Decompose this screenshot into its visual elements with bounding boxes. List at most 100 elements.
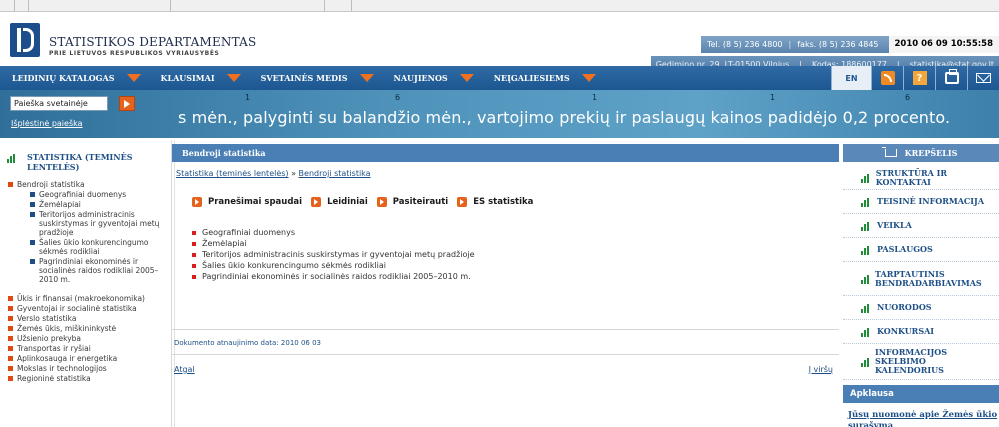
tree-item[interactable]: Aplinkosauga ir energetika — [8, 354, 168, 363]
section-links: Pranešimai spaudai Leidiniai Pasiteiraut… — [192, 197, 533, 207]
lang-en-button[interactable]: EN — [831, 66, 871, 90]
arrow-right-icon — [311, 197, 322, 207]
topic-list: Geografiniai duomenys Žemėlapiai Teritor… — [192, 227, 475, 282]
bar-chart-icon — [861, 275, 869, 284]
tree-subitem[interactable]: Pagrindiniai ekonominės ir socialinės ra… — [30, 257, 168, 284]
menu-item-calendar[interactable]: INFORMACIJOS SKELBIMO KALENDORIUS — [843, 344, 999, 380]
breadcrumb-link[interactable]: Statistika (teminės lentelės) — [176, 169, 289, 178]
topic-tree: Bendroji statistika Geografiniai duomeny… — [8, 180, 168, 384]
help-icon: ? — [912, 71, 927, 85]
divider — [172, 329, 839, 330]
menu-item-legal[interactable]: TEISINĖ INFORMACIJA — [843, 190, 999, 214]
poll-link[interactable]: Jūsų nuomonė apie Žemės ūkio surašymą — [848, 410, 999, 427]
bar-chart-icon — [861, 174, 870, 183]
tree-item[interactable]: Mokslas ir technologijos — [8, 364, 168, 373]
search-button[interactable] — [119, 96, 135, 111]
nav-tools: EN ? — [831, 66, 999, 90]
menu-item-activity[interactable]: VEIKLA — [843, 214, 999, 238]
separator: | — [788, 40, 792, 49]
bullet-icon — [8, 316, 13, 321]
datetime: 2010 06 09 10:55:58 — [888, 36, 999, 53]
sidebar-title[interactable]: STATISTIKA (TEMINĖS LENTELĖS) — [7, 152, 145, 172]
search-input[interactable]: Paieška svetainėje — [10, 96, 108, 111]
menu-item-cooperation[interactable]: TARPTAUTINIS BENDRADARBIAVIMAS — [843, 262, 999, 296]
list-item[interactable]: Pagrindiniai ekonominės ir socialinės ra… — [192, 271, 475, 282]
bullet-icon — [8, 346, 13, 351]
news-ticker: s mėn., palyginti su balandžio mėn., var… — [178, 108, 951, 127]
bullet-icon — [8, 376, 13, 381]
menu-item-links[interactable]: NUORODOS — [843, 296, 999, 320]
bullet-icon — [30, 212, 35, 217]
section-heading: Bendroji statistika — [172, 144, 839, 162]
bar-chart-icon — [861, 246, 871, 255]
poll-heading: Apklausa — [843, 385, 999, 403]
menu-item-structure[interactable]: STRUKTŪRA IR KONTAKTAI — [843, 166, 999, 190]
right-menu: STRUKTŪRA IR KONTAKTAI TEISINĖ INFORMACI… — [843, 166, 999, 380]
chevron-down-icon — [581, 74, 596, 82]
banner-digit: 1 — [770, 93, 776, 102]
menu-item-contests[interactable]: KONKURSAI — [843, 320, 999, 344]
page-ruler — [172, 140, 175, 427]
menu-item-services[interactable]: PASLAUGOS — [843, 238, 999, 262]
help-button[interactable]: ? — [903, 66, 935, 90]
bullet-icon — [8, 356, 13, 361]
tel-text: Tel. (8 5) 236 4800 — [707, 40, 783, 49]
tree-item[interactable]: Verslo statistika — [8, 314, 168, 323]
tree-item[interactable]: Žemės ūkis, miškininkystė — [8, 324, 168, 333]
tree-subitem[interactable]: Geografiniai duomenys — [30, 190, 168, 199]
eu-statistics-link[interactable]: ES statistika — [457, 197, 533, 207]
tree-item[interactable]: Užsienio prekyba — [8, 334, 168, 343]
publications-link[interactable]: Leidiniai — [311, 197, 368, 207]
breadcrumb-separator: » — [288, 169, 299, 178]
chevron-down-icon — [359, 74, 374, 82]
list-item[interactable]: Geografiniai duomenys — [192, 227, 475, 238]
list-item[interactable]: Žemėlapiai — [192, 238, 475, 249]
tree-item[interactable]: Bendroji statistika — [8, 180, 168, 189]
contact-bar: Tel. (8 5) 236 4800 | faks. (8 5) 236 48… — [701, 36, 999, 53]
tree-item[interactable]: Transportas ir ryšiai — [8, 344, 168, 353]
nav-item-catalog[interactable]: LEIDINIŲ KATALOGAS — [0, 66, 149, 90]
mail-button[interactable] — [967, 66, 999, 90]
inquire-link[interactable]: Pasiteirauti — [376, 197, 448, 207]
tree-item[interactable]: Ūkis ir finansai (makroekonomika) — [8, 294, 168, 303]
arrow-right-icon — [376, 197, 387, 207]
chevron-down-icon — [126, 74, 141, 82]
tree-subitem[interactable]: Šalies ūkio konkurencingumo sėkmės rodik… — [30, 238, 168, 256]
arrow-right-icon — [124, 99, 130, 108]
breadcrumb-current[interactable]: Bendroji statistika — [299, 169, 371, 178]
bullet-icon — [30, 202, 35, 207]
bullet-icon — [192, 241, 196, 246]
press-releases-link[interactable]: Pranešimai spaudai — [192, 197, 302, 207]
bar-chart-icon — [861, 304, 871, 313]
print-button[interactable] — [935, 66, 967, 90]
list-item[interactable]: Šalies ūkio konkurencingumo sėkmės rodik… — [192, 260, 475, 271]
banner-digit: 1 — [245, 93, 251, 102]
tree-item[interactable]: Regioninė statistika — [8, 374, 168, 383]
bullet-icon — [8, 296, 13, 301]
to-top-link[interactable]: Į viršų — [809, 365, 833, 374]
bullet-icon — [192, 274, 196, 279]
list-item[interactable]: Teritorijos administracinis suskirstymas… — [192, 249, 475, 260]
nav-item-sitemap[interactable]: SVETAINĖS MEDIS — [249, 66, 382, 90]
tree-item[interactable]: Gyventojai ir socialinė statistika — [8, 304, 168, 313]
rss-button[interactable] — [871, 66, 903, 90]
back-link[interactable]: Atgal — [174, 365, 195, 374]
bar-chart-icon — [861, 198, 871, 207]
logo-icon[interactable] — [10, 23, 40, 57]
advanced-search-link[interactable]: Išplėstinė paieška — [11, 119, 83, 128]
org-title[interactable]: STATISTIKOS DEPARTAMENTAS — [49, 35, 256, 49]
bullet-icon — [30, 259, 35, 264]
bullet-icon — [192, 252, 196, 257]
bar-chart-icon — [7, 154, 17, 163]
main-content: Bendroji statistika Statistika (teminės … — [172, 140, 841, 427]
tree-subitem[interactable]: Teritorijos administracinis suskirstymas… — [30, 210, 168, 237]
rss-icon — [880, 71, 895, 85]
nav-item-news[interactable]: NAUJIENOS — [382, 66, 482, 90]
tree-subitems: Geografiniai duomenys Žemėlapiai Teritor… — [30, 190, 168, 284]
nav-item-questions[interactable]: KLAUSIMAI — [149, 66, 249, 90]
tree-subitem[interactable]: Žemėlapiai — [30, 200, 168, 209]
arrow-right-icon — [192, 197, 202, 207]
cart-button[interactable]: KREPŠELIS — [843, 144, 999, 162]
bullet-icon — [8, 336, 13, 341]
nav-item-accessibility[interactable]: NEĮGALIESIEMS — [482, 66, 604, 90]
